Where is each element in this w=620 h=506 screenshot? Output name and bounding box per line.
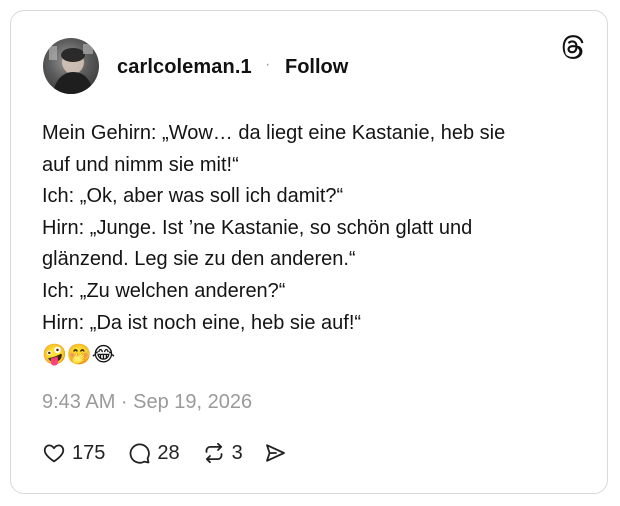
speech-bubble-icon <box>127 441 151 465</box>
follow-button[interactable]: Follow <box>285 56 348 79</box>
post-line: Ich: „Ok, aber was soll ich damit?“ <box>42 185 344 208</box>
like-button[interactable]: 175 <box>42 441 105 465</box>
reply-button[interactable]: 28 <box>127 441 180 465</box>
post-timestamp: 9:43 AM · Sep 19, 2026 <box>42 391 253 413</box>
threads-logo-icon[interactable] <box>559 34 585 60</box>
post-line: Mein Gehirn: „Wow… da liegt eine Kastani… <box>42 122 506 144</box>
post-line: glänzend. Leg sie zu den anderen.“ <box>42 248 356 271</box>
share-button[interactable] <box>263 441 287 465</box>
post-line: Hirn: „Junge. Ist ’ne Kastanie, so schön… <box>42 216 473 239</box>
post-emojis: 🤪🤭😂 <box>42 342 116 367</box>
username[interactable]: carlcoleman.1 <box>117 56 252 79</box>
post-text: Mein Gehirn: „Wow… da liegt eine Kastani… <box>42 118 582 371</box>
send-icon <box>263 441 287 465</box>
reply-count: 28 <box>157 441 180 464</box>
heart-icon <box>42 441 66 465</box>
repost-button[interactable]: 3 <box>202 441 243 465</box>
post-line: auf und nimm sie mit!“ <box>42 153 239 176</box>
repost-count: 3 <box>231 441 243 464</box>
repost-icon <box>202 441 226 465</box>
like-count: 175 <box>72 441 106 464</box>
post-line: Ich: „Zu welchen anderen?“ <box>42 279 286 302</box>
action-bar: 175 28 3 <box>42 439 287 467</box>
post-card: carlcoleman.1 · Follow Mein Gehirn: „Wow… <box>10 10 608 494</box>
avatar[interactable] <box>43 38 99 94</box>
separator-dot: · <box>265 56 271 73</box>
post-line: Hirn: „Da ist noch eine, heb sie auf!“ <box>42 311 362 334</box>
